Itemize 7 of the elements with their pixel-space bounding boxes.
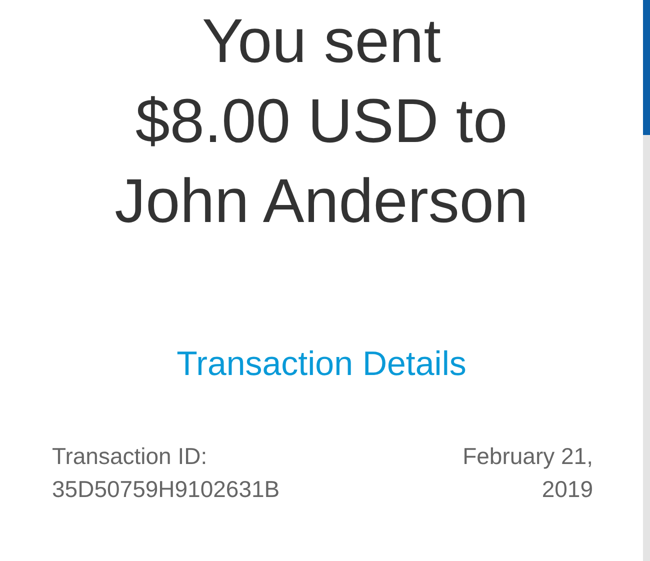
- transaction-details-link[interactable]: Transaction Details: [176, 345, 466, 384]
- scrollbar-thumb[interactable]: [643, 0, 650, 135]
- transaction-date: February 21, 2019: [462, 442, 593, 504]
- heading-line: You sent: [202, 6, 442, 78]
- heading-line: $8.00 USD to: [135, 86, 508, 158]
- heading-line: John Anderson: [114, 166, 528, 238]
- transaction-id: Transaction ID: 35D50759H9102631B: [52, 442, 281, 504]
